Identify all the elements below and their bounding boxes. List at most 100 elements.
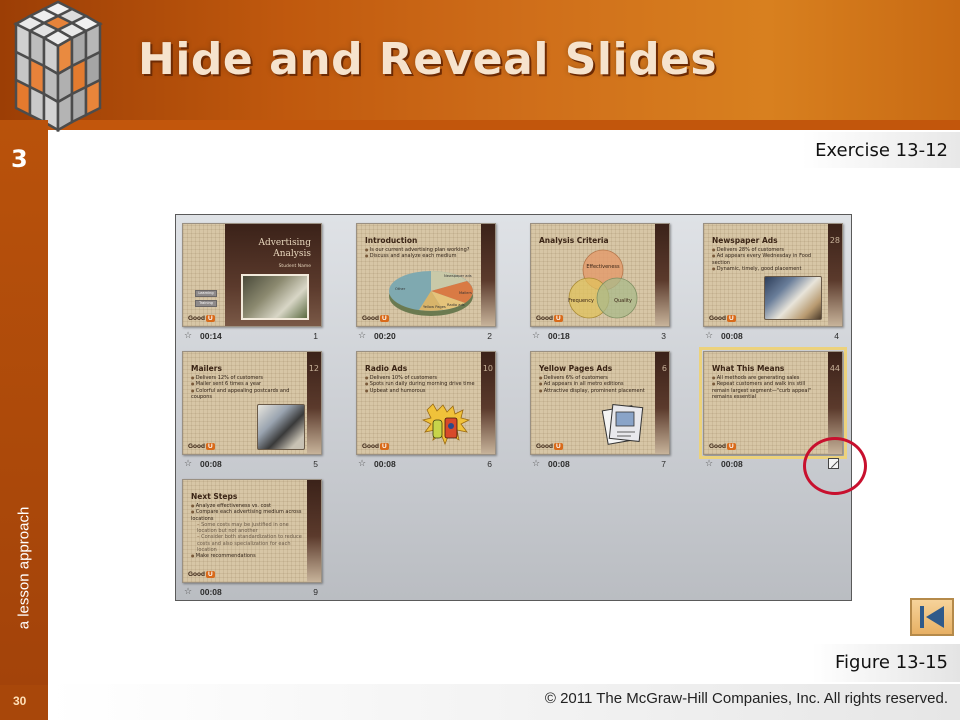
newspaper-reader-photo [764,276,822,320]
slide-preview: Next Steps Analyze effectiveness vs. cos… [182,479,322,583]
slide-title: Radio Ads [365,364,408,373]
slide-preview: Introduction Is our current advertising … [356,223,496,327]
bullet: Attractive display, prominent placement [539,388,651,394]
slide-meta: ☆ 00:20 2 [356,331,496,343]
slide-title: Introduction [365,236,418,245]
meeting-photo [241,274,309,320]
transition-star-icon[interactable]: ☆ [705,459,713,469]
bullet: Discuss and analyze each medium [365,253,477,259]
back-to-start-icon [920,606,944,628]
transition-star-icon[interactable]: ☆ [184,331,192,341]
slide-thumbnail-9[interactable]: Next Steps Analyze effectiveness vs. cos… [182,479,322,597]
title-line-1: Advertising [258,238,311,248]
slide-meta: ☆ 00:18 3 [530,331,670,343]
bullet-list: Delivers 12% of customers Mailer sent 6 … [191,375,303,400]
slide-button-1: Learning [195,290,217,297]
sidebar-vertical-text: a lesson approach [15,506,33,630]
pie-label: Newspaper ads [444,274,472,278]
slide-preview: 28 Newspaper Ads Delivers 28% of custome… [703,223,843,327]
page-title: Hide and Reveal Slides [138,34,718,85]
transition-star-icon[interactable]: ☆ [358,459,366,469]
slide-thumbnail-7[interactable]: 6 Yellow Pages Ads Delivers 6% of custom… [530,351,670,469]
bullet: Spots run daily during morning drive tim… [365,381,477,387]
slide-meta: ☆ 00:14 1 [182,331,322,343]
slide-title: Mailers [191,364,222,373]
slide-thumbnail-1[interactable]: Advertising Analysis Student Name Learni… [182,223,322,341]
slide-number-mark: 12 [308,364,319,373]
goodu-logo: Good U [188,571,215,578]
sub-bullet: Consider both standardization to reduce … [191,534,303,553]
transition-star-icon[interactable]: ☆ [532,331,540,341]
slide-timing: 00:08 [721,331,743,341]
back-to-start-button[interactable] [910,598,954,636]
venn-label: Quality [614,298,632,304]
slide-meta: ☆ 00:08 7 [530,459,670,471]
transition-star-icon[interactable]: ☆ [184,587,192,597]
transition-star-icon[interactable]: ☆ [184,459,192,469]
slide-index: 9 [313,587,318,597]
slide-thumbnail-6[interactable]: 10 Radio Ads Delivers 10% of customers S… [356,351,496,469]
transition-star-icon[interactable]: ☆ [358,331,366,341]
slide-timing: 00:08 [548,459,570,469]
goodu-logo: Good U [709,443,736,450]
bullet: Make recommendations [191,553,303,559]
slide-thumbnail-5[interactable]: 12 Mailers Delivers 12% of customers Mai… [182,351,322,469]
goodu-logo: Good U [536,315,563,322]
venn-diagram: Effectiveness Frequency Quality [568,249,638,319]
slide-timing: 00:18 [548,331,570,341]
slide-preview: 10 Radio Ads Delivers 10% of customers S… [356,351,496,455]
pie-label: Yellow Pages [423,305,446,309]
pie-label: Radio ads [447,303,465,307]
bullet-list: Is our current advertising plan working?… [365,247,477,260]
bullet-list: Analyze effectiveness vs. cost Compare e… [191,503,303,560]
slide-index: 1 [313,331,318,341]
slide-index: 4 [834,331,839,341]
slide-timing: 00:08 [721,459,743,469]
bullet: Upbeat and humorous [365,388,477,394]
radio-clipart [421,403,471,446]
goodu-logo: Good U [188,443,215,450]
slide-thumbnail-4[interactable]: 28 Newspaper Ads Delivers 28% of custome… [703,223,843,341]
bullet: Ad appears every Wednesday in Food secti… [712,253,824,266]
slide-button-2: Training [195,300,217,307]
bullet-list: Delivers 6% of customers Ad appears in a… [539,375,651,394]
slide-timing: 00:08 [374,459,396,469]
pie-label: Other [395,287,406,291]
slide-index: 6 [487,459,492,469]
slide-title: Next Steps [191,492,238,501]
bullet-list: All methods are generating sales Repeat … [712,375,824,400]
slide-side-strip [307,480,321,582]
slide-index: 7 [661,459,666,469]
slide-preview: 12 Mailers Delivers 12% of customers Mai… [182,351,322,455]
slide-title: Analysis Criteria [539,236,609,245]
slide-index: 3 [661,331,666,341]
bullet: Compare each advertising medium across l… [191,509,303,522]
slide-thumbnail-3[interactable]: Analysis Criteria Effectiveness Frequenc… [530,223,670,341]
slide-index: 5 [313,459,318,469]
slide-title: What This Means [712,364,785,373]
slide-thumbnail-2[interactable]: Introduction Is our current advertising … [356,223,496,341]
transition-star-icon[interactable]: ☆ [705,331,713,341]
mail-reader-photo [257,404,305,450]
slide-meta: ☆ 00:08 4 [703,331,843,343]
phone-book-clipart [601,403,644,445]
slide-title: Advertising Analysis [258,238,311,260]
rubiks-cube-logo-icon [13,0,103,133]
slide-meta: ☆ 00:08 5 [182,459,322,471]
bullet: Dynamic, timely, good placement [712,266,824,272]
lesson-number: 3 [11,145,28,173]
slide-timing: 00:14 [200,331,222,341]
pie-chart: Newspaper ads Mailers Radio ads Yellow P… [389,271,473,316]
transition-star-icon[interactable]: ☆ [532,459,540,469]
slide-timing: 00:20 [374,331,396,341]
bullet-list: Delivers 28% of customers Ad appears eve… [712,247,824,272]
slide-preview: Advertising Analysis Student Name Learni… [182,223,322,327]
header-divider [0,120,960,130]
slide-preview: 6 Yellow Pages Ads Delivers 6% of custom… [530,351,670,455]
slide-timing: 00:08 [200,587,222,597]
slide-number-mark: 44 [829,364,840,373]
figure-label: Figure 13-15 [835,652,948,673]
venn-label: Effectiveness [586,264,620,270]
slide-sorter-view[interactable]: Advertising Analysis Student Name Learni… [175,214,852,601]
goodu-logo: Good U [362,443,389,450]
